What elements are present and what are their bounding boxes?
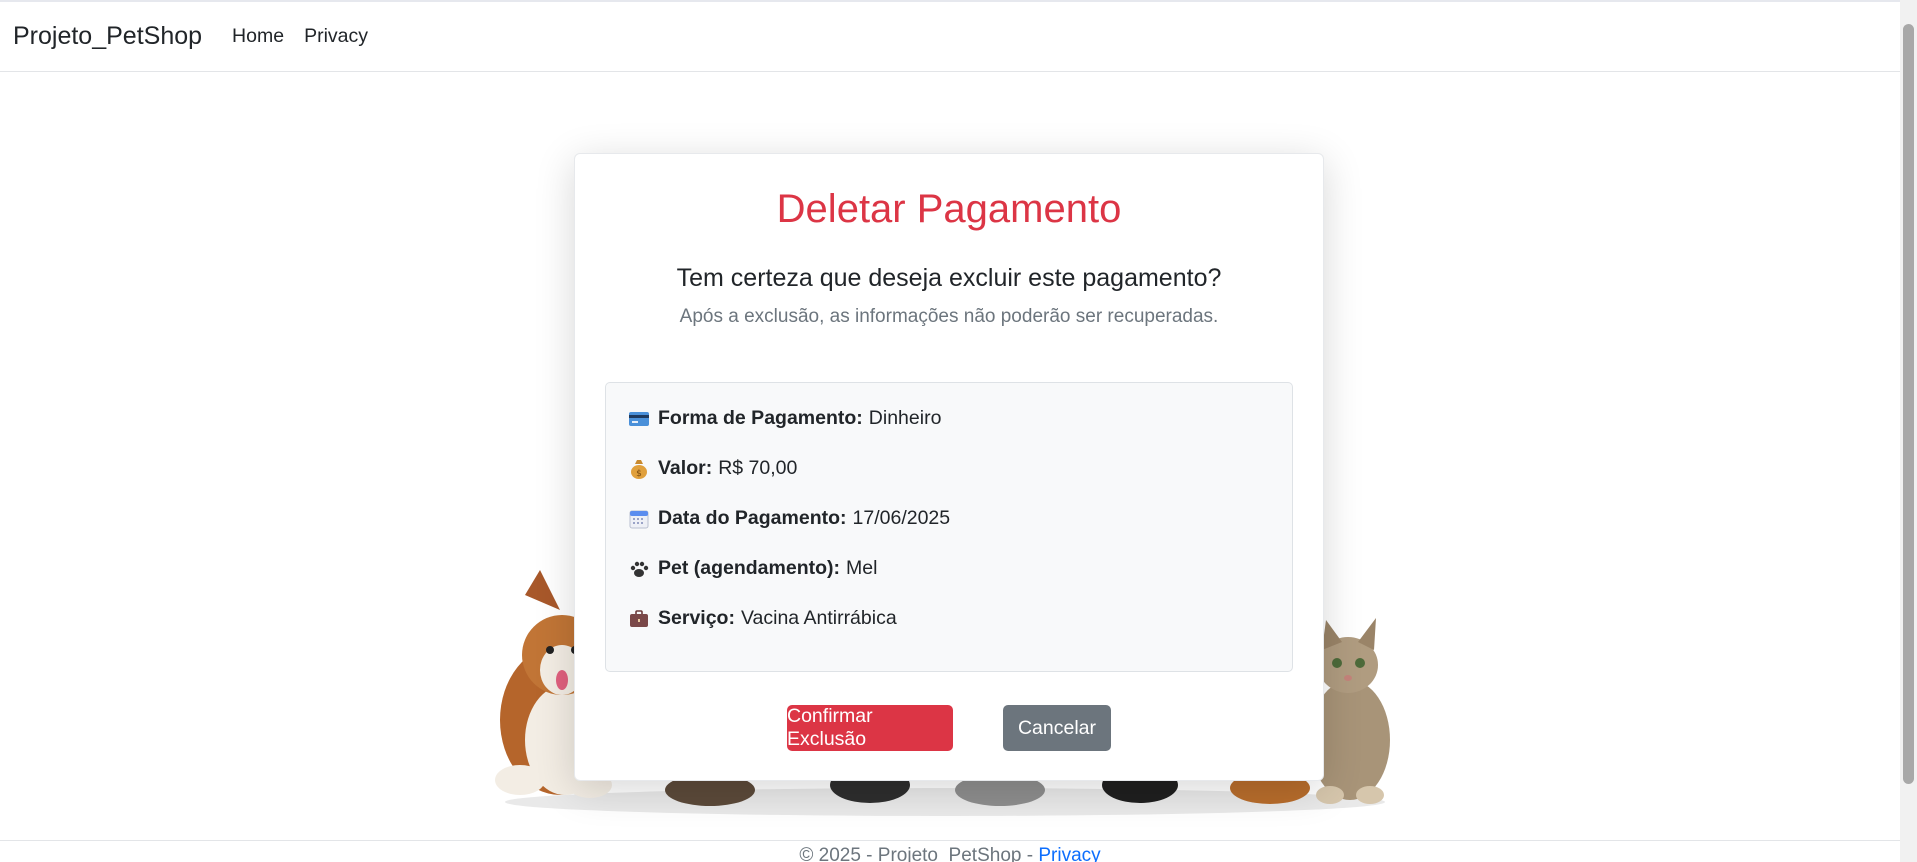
detail-label: Forma de Pagamento:: [658, 407, 863, 429]
footer-privacy-link[interactable]: Privacy: [1038, 845, 1100, 862]
detail-value: 17/06/2025: [852, 507, 951, 529]
calendar-icon: [629, 510, 649, 528]
detail-value: Dinheiro: [868, 407, 942, 429]
paw-icon: [630, 561, 649, 577]
detail-row-service: Serviço: Vacina Antirrábica: [628, 607, 897, 630]
detail-label: Pet (agendamento):: [658, 557, 841, 579]
footer-copyright: © 2025 - Projeto_PetShop -: [799, 845, 1039, 862]
payment-details: Forma de Pagamento: Dinheiro $ Valor: R$…: [605, 382, 1293, 672]
brand-link[interactable]: Projeto_PetShop: [13, 22, 202, 51]
delete-payment-card: Deletar Pagamento Tem certeza que deseja…: [574, 153, 1324, 781]
detail-row-pet: Pet (agendamento): Mel: [628, 557, 877, 580]
confirm-question: Tem certeza que deseja excluir este paga…: [676, 264, 1222, 292]
cancel-button[interactable]: Cancelar: [1003, 705, 1111, 751]
detail-label: Valor:: [658, 457, 713, 479]
navbar: Projeto_PetShop Home Privacy: [0, 2, 1900, 72]
detail-row-payment-method: Forma de Pagamento: Dinheiro: [628, 407, 941, 430]
nav-privacy-link[interactable]: Privacy: [304, 25, 368, 48]
svg-text:$: $: [636, 469, 642, 479]
detail-row-value: $ Valor: R$ 70,00: [628, 457, 797, 480]
detail-row-date: Data do Pagamento: 17/06/2025: [628, 507, 950, 530]
credit-card-icon: [629, 411, 649, 426]
footer: © 2025 - Projeto_PetShop - Privacy: [0, 840, 1900, 862]
detail-value: Vacina Antirrábica: [740, 607, 897, 629]
detail-label: Data do Pagamento:: [658, 507, 847, 529]
detail-label: Serviço:: [658, 607, 735, 629]
warning-text: Após a exclusão, as informações não pode…: [679, 306, 1219, 327]
money-bag-icon: $: [631, 459, 647, 479]
vertical-scrollbar[interactable]: [1900, 0, 1917, 862]
page-title: Deletar Pagamento: [776, 187, 1122, 231]
scrollbar-thumb[interactable]: [1903, 24, 1914, 784]
confirm-delete-button[interactable]: Confirmar Exclusão: [787, 705, 953, 751]
detail-value: Mel: [846, 557, 878, 579]
detail-value: R$ 70,00: [718, 457, 798, 479]
briefcase-icon: [630, 609, 648, 627]
nav-home-link[interactable]: Home: [232, 25, 284, 48]
